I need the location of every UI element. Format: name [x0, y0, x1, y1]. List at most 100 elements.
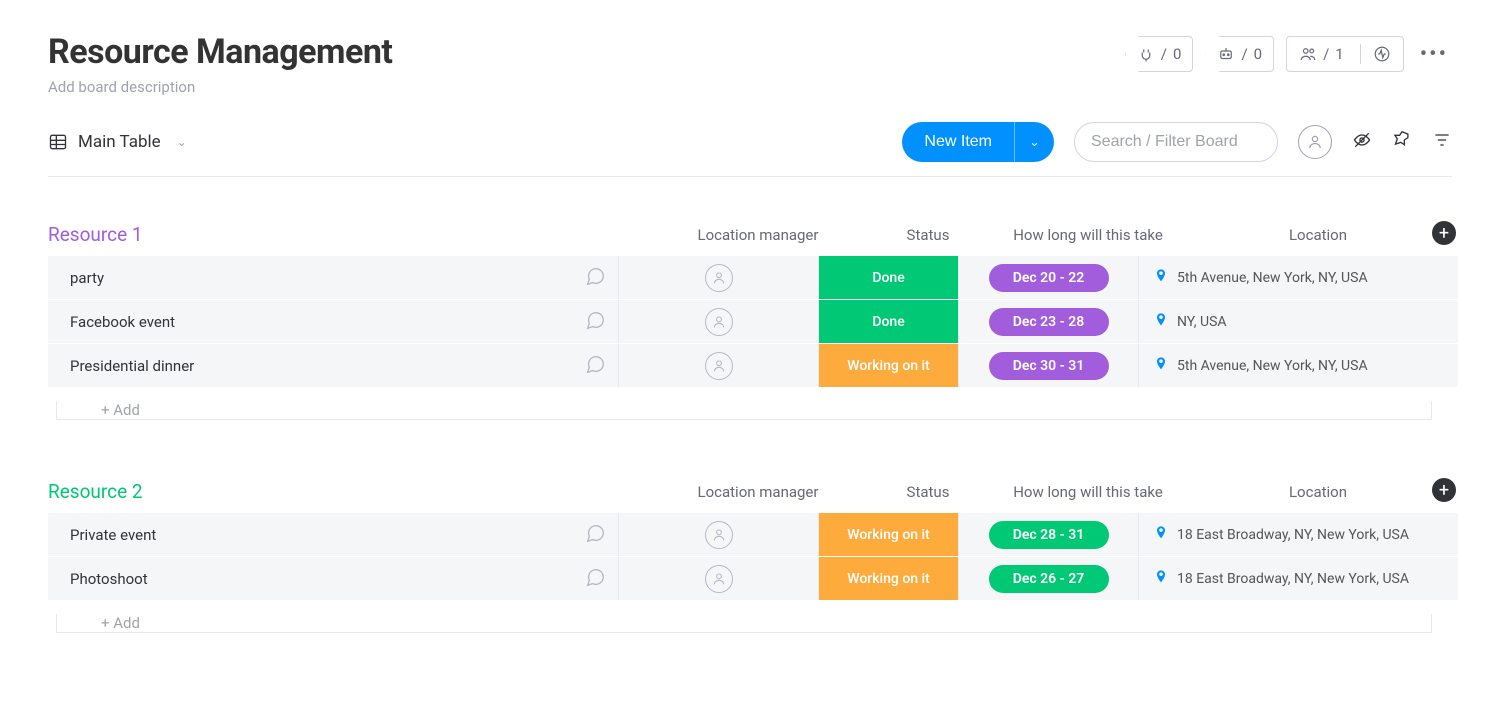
timeline-cell[interactable]: Dec 23 - 28: [958, 300, 1138, 343]
new-item-button[interactable]: New Item: [902, 122, 1014, 162]
item-name[interactable]: Presidential dinner: [70, 357, 194, 375]
table-row[interactable]: Private event Working on it Dec 28 - 31 …: [48, 513, 1452, 557]
view-switcher[interactable]: Main Table ⌄: [48, 132, 187, 152]
item-name[interactable]: party: [70, 269, 104, 287]
location-pin-icon: [1153, 525, 1169, 545]
column-header-location[interactable]: Location: [1178, 226, 1458, 244]
integrations-count: 0: [1173, 45, 1181, 63]
location-cell[interactable]: 5th Avenue, New York, NY, USA: [1138, 344, 1458, 387]
item-name[interactable]: Facebook event: [70, 313, 175, 331]
table-row[interactable]: Presidential dinner Working on it Dec 30…: [48, 344, 1452, 388]
members-badge[interactable]: / 1: [1286, 36, 1404, 72]
manager-cell[interactable]: [618, 513, 818, 556]
board-title[interactable]: Resource Management: [48, 32, 392, 72]
table-icon: [48, 132, 68, 152]
add-column-button[interactable]: +: [1432, 478, 1456, 502]
status-badge: Working on it: [819, 513, 958, 556]
table-row[interactable]: Photoshoot Working on it Dec 26 - 27 18 …: [48, 557, 1452, 601]
activity-icon[interactable]: [1373, 45, 1391, 63]
members-count: 1: [1335, 45, 1343, 63]
timeline-pill: Dec 28 - 31: [989, 521, 1109, 549]
timeline-pill: Dec 20 - 22: [989, 264, 1109, 292]
filter-icon[interactable]: [1432, 130, 1452, 154]
column-header-timeline[interactable]: How long will this take: [998, 226, 1178, 244]
person-icon: [1306, 133, 1324, 151]
status-badge: Done: [819, 300, 958, 343]
manager-cell[interactable]: [618, 300, 818, 343]
avatar-placeholder-icon: [705, 352, 733, 380]
manager-cell[interactable]: [618, 344, 818, 387]
robot-icon: [1217, 45, 1235, 63]
location-text: 5th Avenue, New York, NY, USA: [1177, 358, 1368, 374]
pin-icon[interactable]: [1392, 130, 1412, 154]
avatar-placeholder-icon: [705, 308, 733, 336]
plug-icon: [1137, 45, 1155, 63]
integrations-badge[interactable]: / 0: [1125, 36, 1194, 72]
automations-count: 0: [1254, 45, 1262, 63]
person-filter[interactable]: [1298, 125, 1332, 159]
timeline-cell[interactable]: Dec 30 - 31: [958, 344, 1138, 387]
item-name[interactable]: Private event: [70, 526, 156, 544]
location-pin-icon: [1153, 356, 1169, 376]
timeline-cell[interactable]: Dec 28 - 31: [958, 513, 1138, 556]
timeline-pill: Dec 26 - 27: [989, 565, 1109, 593]
table-row[interactable]: party Done Dec 20 - 22 5th Avenue, New Y…: [48, 256, 1452, 300]
status-cell[interactable]: Done: [818, 256, 958, 299]
avatar-placeholder-icon: [705, 264, 733, 292]
table-row[interactable]: Facebook event Done Dec 23 - 28 NY, USA: [48, 300, 1452, 344]
column-header-status[interactable]: Status: [858, 483, 998, 501]
location-text: 5th Avenue, New York, NY, USA: [1177, 270, 1368, 286]
status-badge: Done: [819, 256, 958, 299]
conversation-icon[interactable]: [584, 309, 606, 335]
location-text: 18 East Broadway, NY, New York, USA: [1177, 527, 1409, 543]
location-pin-icon: [1153, 268, 1169, 288]
add-column-button[interactable]: +: [1432, 221, 1456, 245]
conversation-icon[interactable]: [584, 353, 606, 379]
search-box[interactable]: [1074, 122, 1278, 162]
conversation-icon[interactable]: [584, 265, 606, 291]
search-input[interactable]: [1091, 133, 1261, 151]
status-cell[interactable]: Working on it: [818, 513, 958, 556]
timeline-pill: Dec 23 - 28: [989, 308, 1109, 336]
timeline-pill: Dec 30 - 31: [989, 352, 1109, 380]
add-item-row[interactable]: + Add: [56, 614, 1432, 633]
conversation-icon[interactable]: [584, 522, 606, 548]
location-pin-icon: [1153, 312, 1169, 332]
location-cell[interactable]: 18 East Broadway, NY, New York, USA: [1138, 513, 1458, 556]
status-cell[interactable]: Working on it: [818, 557, 958, 600]
group-title[interactable]: Resource 2: [48, 480, 143, 503]
automations-badge[interactable]: / 0: [1205, 36, 1274, 72]
people-icon: [1299, 45, 1317, 63]
group-title[interactable]: Resource 1: [48, 223, 143, 246]
status-cell[interactable]: Done: [818, 300, 958, 343]
timeline-cell[interactable]: Dec 20 - 22: [958, 256, 1138, 299]
column-header-manager[interactable]: Location manager: [658, 226, 858, 244]
new-item-dropdown[interactable]: ⌄: [1014, 122, 1054, 162]
column-header-timeline[interactable]: How long will this take: [998, 483, 1178, 501]
location-cell[interactable]: NY, USA: [1138, 300, 1458, 343]
add-item-row[interactable]: + Add: [56, 401, 1432, 420]
location-text: 18 East Broadway, NY, New York, USA: [1177, 571, 1409, 587]
manager-cell[interactable]: [618, 256, 818, 299]
status-badge: Working on it: [819, 344, 958, 387]
more-menu-icon[interactable]: •••: [1416, 42, 1452, 67]
column-header-manager[interactable]: Location manager: [658, 483, 858, 501]
status-badge: Working on it: [819, 557, 958, 600]
column-header-location[interactable]: Location: [1178, 483, 1458, 501]
board-description[interactable]: Add board description: [48, 78, 392, 96]
conversation-icon[interactable]: [584, 566, 606, 592]
view-label: Main Table: [78, 132, 161, 152]
location-cell[interactable]: 5th Avenue, New York, NY, USA: [1138, 256, 1458, 299]
item-name[interactable]: Photoshoot: [70, 570, 148, 588]
location-pin-icon: [1153, 569, 1169, 589]
timeline-cell[interactable]: Dec 26 - 27: [958, 557, 1138, 600]
avatar-placeholder-icon: [705, 565, 733, 593]
manager-cell[interactable]: [618, 557, 818, 600]
location-text: NY, USA: [1177, 314, 1227, 330]
status-cell[interactable]: Working on it: [818, 344, 958, 387]
chevron-down-icon: ⌄: [177, 135, 187, 149]
location-cell[interactable]: 18 East Broadway, NY, New York, USA: [1138, 557, 1458, 600]
column-header-status[interactable]: Status: [858, 226, 998, 244]
avatar-placeholder-icon: [705, 521, 733, 549]
hide-columns-icon[interactable]: [1352, 130, 1372, 154]
